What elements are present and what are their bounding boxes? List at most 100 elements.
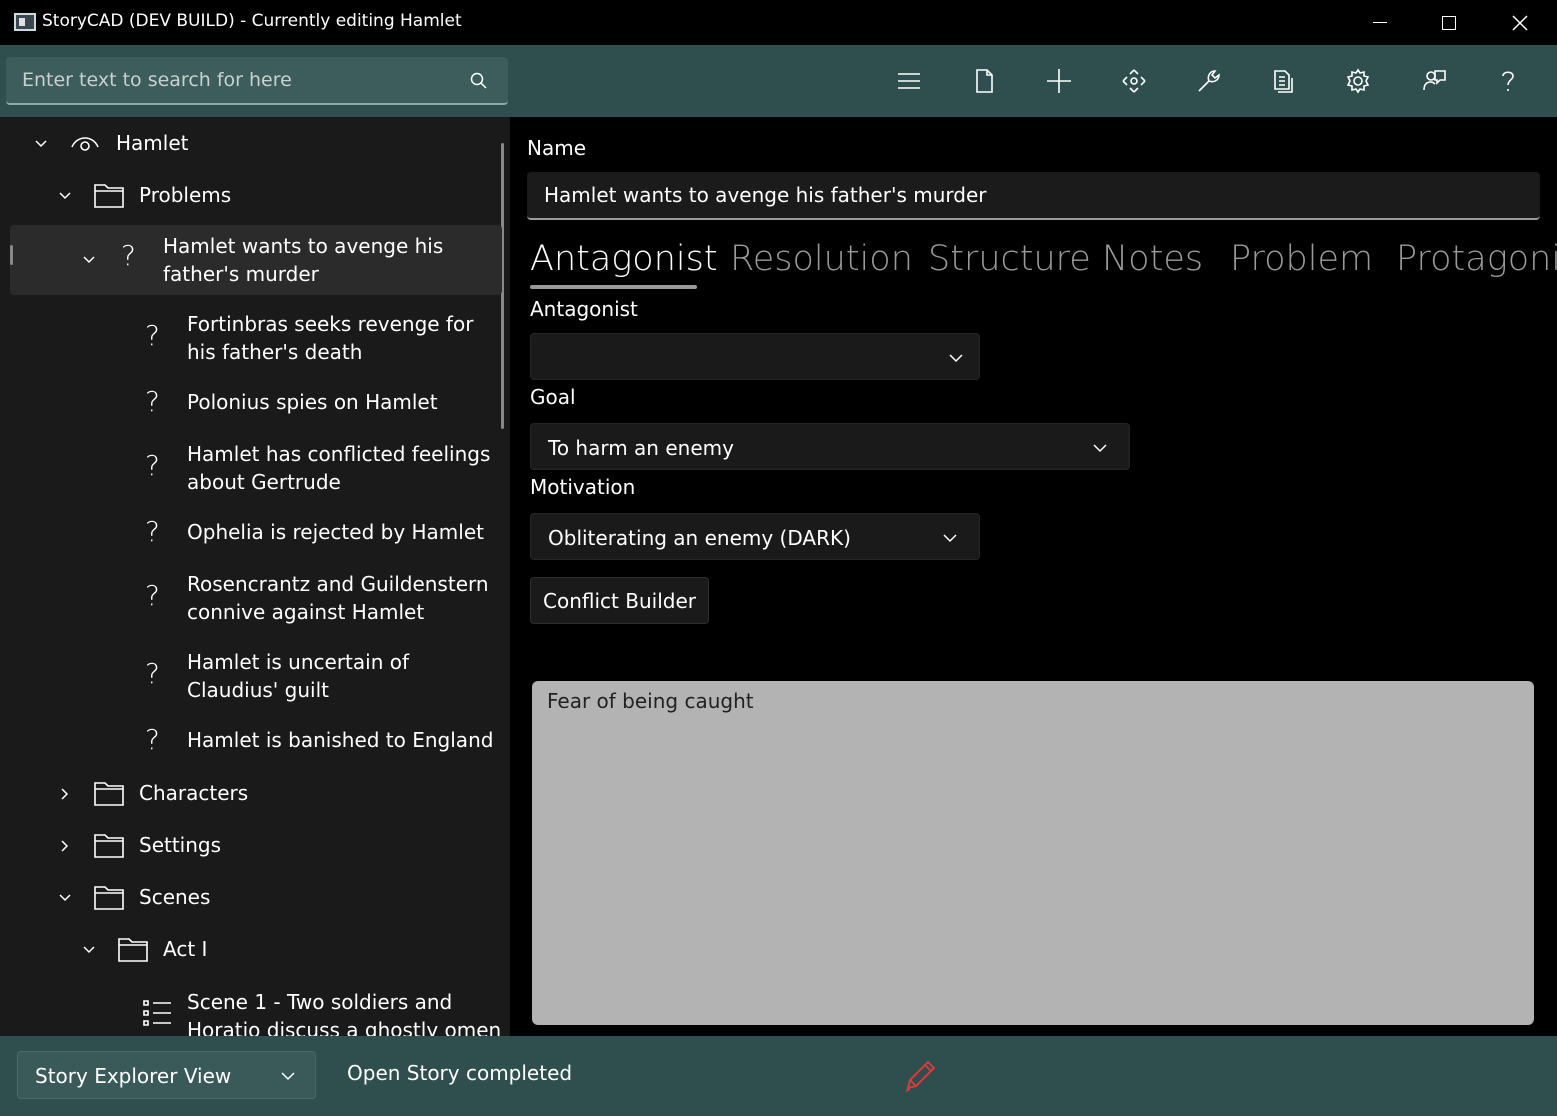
tree-node-root[interactable]: Hamlet — [10, 117, 502, 169]
chevron-down-icon[interactable] — [34, 136, 48, 150]
new-file-icon — [976, 69, 993, 93]
tree-node-problem[interactable]: ? Hamlet is uncertain of Claudius' guilt — [10, 641, 502, 711]
tree-node-label: Problems — [139, 183, 232, 207]
chevron-down-icon[interactable] — [58, 890, 72, 904]
problem-icon: ? — [145, 449, 160, 482]
antagonist-label: Antagonist — [530, 297, 638, 321]
settings-button[interactable] — [1340, 63, 1376, 99]
tree-node-label: Hamlet — [116, 131, 189, 155]
notes-textarea[interactable]: Fear of being caught — [532, 681, 1534, 1025]
pencil-icon — [902, 1058, 938, 1094]
maximize-button[interactable] — [1414, 0, 1484, 45]
tree-node-problems[interactable]: Problems — [10, 169, 502, 221]
tab-problem[interactable]: Problem — [1230, 239, 1373, 279]
tree-node-label: Ophelia is rejected by Hamlet — [187, 520, 484, 544]
goal-dropdown[interactable]: To harm an enemy — [530, 423, 1130, 470]
problem-icon: ? — [145, 657, 160, 690]
chevron-down-icon — [948, 350, 964, 366]
tree-node-problem[interactable]: ? Ophelia is rejected by Hamlet — [10, 509, 502, 561]
chevron-down-icon — [942, 530, 958, 546]
conflict-builder-button[interactable]: Conflict Builder — [530, 577, 709, 624]
window-title: StoryCAD (DEV BUILD) - Currently editing… — [42, 11, 462, 31]
menu-button[interactable] — [891, 63, 927, 99]
help-button[interactable] — [1490, 63, 1526, 99]
tree-node-selected-problem[interactable]: ? Hamlet wants to avenge his father's mu… — [10, 225, 502, 295]
motivation-dropdown[interactable]: Obliterating an enemy (DARK) — [530, 513, 980, 560]
tree-node-label: Act I — [163, 937, 208, 961]
name-field[interactable] — [527, 172, 1540, 218]
move-button[interactable] — [1116, 63, 1152, 99]
name-field-box[interactable] — [527, 172, 1540, 220]
tree-node-label: Polonius spies on Hamlet — [187, 390, 438, 414]
tree-node-label: Characters — [139, 781, 249, 805]
search-input[interactable] — [6, 57, 456, 103]
chevron-down-icon[interactable] — [82, 942, 96, 956]
menu-icon — [898, 73, 920, 89]
app-icon — [14, 13, 36, 31]
antagonist-dropdown[interactable] — [530, 333, 980, 380]
chevron-down-icon[interactable] — [82, 252, 96, 266]
tab-resolution[interactable]: Resolution — [730, 239, 913, 279]
close-icon — [1512, 14, 1528, 31]
tree-node-act[interactable]: Act I — [10, 923, 502, 975]
chevron-right-icon[interactable] — [58, 786, 72, 800]
folder-icon — [93, 881, 125, 913]
toolbar — [0, 45, 1557, 117]
tab-notes[interactable]: Notes — [1102, 239, 1203, 279]
new-file-button[interactable] — [966, 63, 1002, 99]
problem-icon: ? — [145, 319, 160, 352]
tree-node-label: Hamlet is banished to England — [187, 728, 494, 752]
title-bar: StoryCAD (DEV BUILD) - Currently editing… — [0, 0, 1557, 45]
chevron-down-icon[interactable] — [58, 188, 72, 202]
problem-icon: ? — [145, 515, 160, 548]
search-box[interactable] — [6, 57, 508, 105]
story-explorer-tree: Hamlet Problems ? Hamlet wants to avenge… — [0, 117, 510, 1036]
close-button[interactable] — [1485, 0, 1555, 45]
feedback-button[interactable] — [1416, 63, 1452, 99]
add-button[interactable] — [1041, 63, 1077, 99]
chevron-down-icon — [280, 1068, 296, 1084]
tree-node-characters[interactable]: Characters — [10, 767, 502, 819]
tab-protagonist[interactable]: Protagonist — [1396, 239, 1557, 279]
tree-node-scenes[interactable]: Scenes — [10, 871, 502, 923]
tree-node-label: Fortinbras seeks revenge for his father'… — [187, 312, 474, 364]
tree-node-label: Hamlet wants to avenge his father's murd… — [163, 234, 444, 286]
feedback-icon — [1423, 70, 1446, 91]
tree-node-problem[interactable]: ? Hamlet is banished to England — [10, 717, 502, 769]
chevron-right-icon[interactable] — [58, 838, 72, 852]
minimize-button[interactable] — [1345, 0, 1415, 45]
tools-icon — [1198, 70, 1220, 92]
tree-node-label: Hamlet is uncertain of Claudius' guilt — [187, 650, 410, 702]
problem-icon: ? — [145, 579, 160, 612]
settings-icon — [1346, 68, 1370, 94]
tree-node-settings[interactable]: Settings — [10, 819, 502, 871]
tree-node-label: Settings — [139, 833, 222, 857]
tools-button[interactable] — [1191, 63, 1227, 99]
tree-node-problem[interactable]: ? Polonius spies on Hamlet — [10, 379, 502, 431]
folder-icon — [93, 829, 125, 861]
chevron-down-icon — [1092, 440, 1108, 456]
status-message: Open Story completed — [347, 1061, 573, 1085]
view-selector-value: Story Explorer View — [35, 1064, 232, 1088]
goal-value: To harm an enemy — [548, 436, 734, 460]
problem-icon: ? — [145, 385, 160, 418]
tree-node-problem[interactable]: ? Fortinbras seeks revenge for his fathe… — [10, 303, 502, 373]
tree-node-label: Scenes — [139, 885, 211, 909]
search-icon[interactable] — [470, 72, 488, 90]
tree-node-problem[interactable]: ? Hamlet has conflicted feelings about G… — [10, 433, 502, 503]
view-selector[interactable]: Story Explorer View — [17, 1051, 316, 1099]
tab-antagonist[interactable]: Antagonist — [530, 239, 718, 279]
tree-node-label: Rosencrantz and Guildenstern connive aga… — [187, 572, 489, 624]
notes-area[interactable]: Fear of being caught — [532, 681, 1534, 1025]
problem-editor: Name Antagonist Resolution Structure Not… — [510, 117, 1557, 1036]
tree-node-problem[interactable]: ? Rosencrantz and Guildenstern connive a… — [10, 563, 502, 633]
tree-node-label: Hamlet has conflicted feelings about Ger… — [187, 442, 491, 494]
tab-structure[interactable]: Structure — [928, 239, 1091, 279]
reports-button[interactable] — [1265, 63, 1301, 99]
goal-label: Goal — [530, 385, 576, 409]
tree-node-scene[interactable]: Scene 1 - Two soldiers and Horatio discu… — [10, 983, 502, 1036]
eye-icon — [69, 127, 101, 159]
problem-icon: ? — [121, 239, 136, 272]
scene-list-icon — [141, 997, 173, 1029]
help-icon — [1502, 71, 1514, 91]
